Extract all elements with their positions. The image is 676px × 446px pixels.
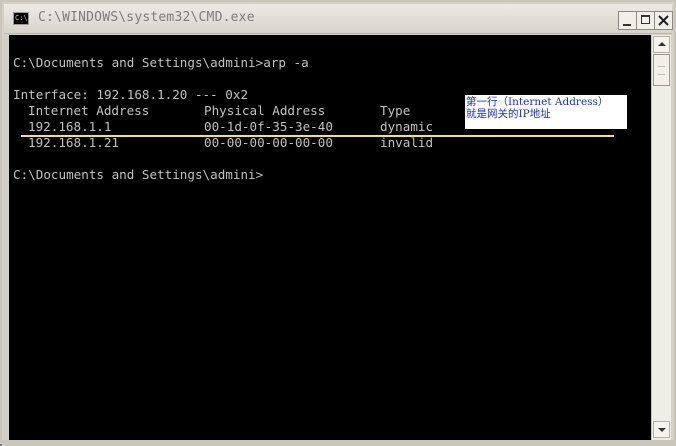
- highlight-underline: [21, 135, 614, 137]
- maximize-icon: [641, 15, 650, 24]
- arp-row-ip: 192.168.1.21: [28, 135, 119, 150]
- scroll-up-arrow-icon: [658, 42, 666, 46]
- cmd-window: C:\ C:\WINDOWS\system32\CMD.exe C:\Docum…: [0, 0, 676, 446]
- scroll-thumb[interactable]: [653, 54, 670, 86]
- column-header-internet-address: Internet Address: [28, 103, 150, 118]
- console-output[interactable]: C:\Documents and Settings\admini>arp -a …: [9, 35, 651, 440]
- column-header-physical-address: Physical Address: [204, 103, 326, 118]
- window-title: C:\WINDOWS\system32\CMD.exe: [38, 10, 255, 25]
- title-bar[interactable]: C:\ C:\WINDOWS\system32\CMD.exe: [4, 4, 673, 34]
- window-bottom-border: [2, 440, 676, 446]
- annotation-line-1: 第一行（Internet Address）: [466, 96, 609, 108]
- vertical-scrollbar[interactable]: [651, 35, 671, 440]
- scroll-down-button[interactable]: [653, 421, 670, 438]
- close-button[interactable]: [654, 11, 673, 30]
- maximize-button[interactable]: [636, 11, 655, 30]
- arp-row-mac: 00-1d-0f-35-3e-40: [204, 119, 333, 134]
- arp-row-ip: 192.168.1.1: [28, 119, 112, 134]
- annotation-note: 第一行（Internet Address） 就是网关的IP地址: [465, 95, 627, 129]
- cmd-icon[interactable]: C:\: [13, 12, 29, 25]
- prompt-line: C:\Documents and Settings\admini>: [13, 167, 264, 182]
- arp-row-type: invalid: [380, 135, 434, 150]
- arp-row-type: dynamic: [380, 119, 434, 134]
- scroll-down-arrow-icon: [658, 428, 666, 432]
- interface-line: Interface: 192.168.1.20 --- 0x2: [13, 87, 249, 102]
- arp-row-mac: 00-00-00-00-00-00: [204, 135, 333, 150]
- annotation-line-2: 就是网关的IP地址: [466, 108, 551, 120]
- column-header-type: Type: [380, 103, 411, 118]
- close-icon: [658, 15, 669, 26]
- scroll-up-button[interactable]: [653, 36, 670, 53]
- minimize-icon: [623, 24, 631, 26]
- minimize-button[interactable]: [618, 11, 637, 30]
- console-line: C:\Documents and Settings\admini>arp -a: [13, 55, 309, 70]
